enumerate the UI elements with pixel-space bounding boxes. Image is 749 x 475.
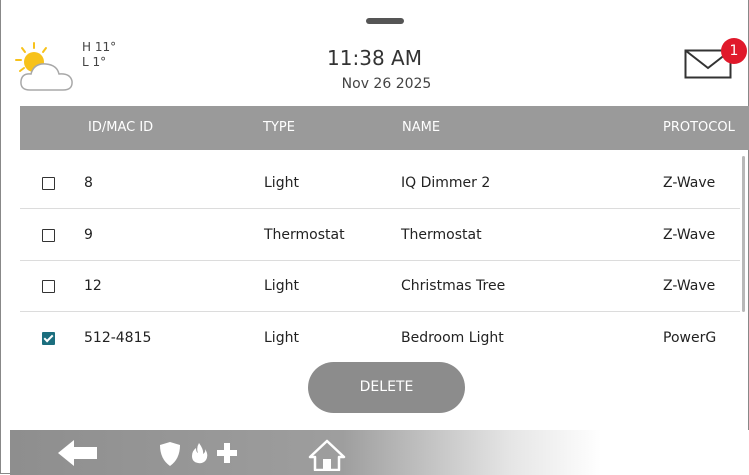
table-row[interactable]: 512-4815 Light Bedroom Light PowerG [20, 312, 740, 363]
table-row[interactable]: 8 Light IQ Dimmer 2 Z-Wave [20, 157, 740, 209]
column-header-type: TYPE [263, 120, 295, 135]
cell-protocol: Z-Wave [663, 278, 716, 294]
cell-type: Light [264, 330, 299, 346]
cell-name: Christmas Tree [401, 278, 506, 294]
row-checkbox-checked[interactable] [42, 332, 55, 345]
shield-icon[interactable] [159, 441, 181, 467]
cell-type: Thermostat [264, 227, 345, 243]
bottom-nav-bar [10, 430, 749, 475]
cell-id: 12 [84, 278, 102, 294]
cell-protocol: Z-Wave [663, 227, 716, 243]
cell-type: Light [264, 175, 299, 191]
scrollbar[interactable] [742, 156, 745, 312]
column-header-protocol: PROTOCOL [663, 120, 735, 135]
back-arrow-icon[interactable] [58, 439, 98, 467]
cell-protocol: PowerG [663, 330, 717, 346]
row-checkbox[interactable] [42, 280, 55, 293]
column-header-id: ID/MAC ID [88, 120, 154, 135]
column-header-name: NAME [402, 120, 441, 135]
clock-date: Nov 26 2025 [341, 76, 432, 92]
table-header: ID/MAC ID TYPE NAME PROTOCOL [20, 106, 749, 150]
cell-id: 512-4815 [84, 330, 152, 346]
cell-id: 9 [84, 227, 93, 243]
fire-icon[interactable] [190, 442, 208, 464]
clock-time: 11:38 AM [327, 46, 422, 70]
row-checkbox[interactable] [42, 229, 55, 242]
delete-button[interactable]: DELETE [308, 362, 465, 413]
cell-name: Thermostat [401, 227, 482, 243]
medical-cross-icon[interactable] [216, 442, 238, 464]
cell-id: 8 [84, 175, 93, 191]
notification-badge: 1 [721, 38, 747, 64]
cell-type: Light [264, 278, 299, 294]
home-icon[interactable] [308, 439, 346, 471]
row-checkbox[interactable] [42, 177, 55, 190]
cell-protocol: Z-Wave [663, 175, 716, 191]
table-row[interactable]: 9 Thermostat Thermostat Z-Wave [20, 209, 740, 261]
cell-name: IQ Dimmer 2 [401, 175, 491, 191]
cell-name: Bedroom Light [401, 330, 504, 346]
table-row[interactable]: 12 Light Christmas Tree Z-Wave [20, 260, 740, 312]
pull-down-handle[interactable] [366, 18, 404, 24]
